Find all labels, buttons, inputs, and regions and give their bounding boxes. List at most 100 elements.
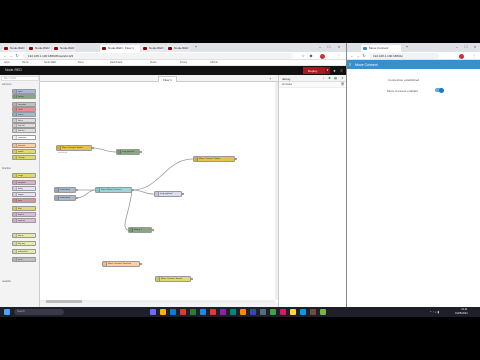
node-output-port[interactable] (75, 188, 78, 191)
app-icon[interactable] (320, 309, 326, 315)
url-input[interactable]: 192.168.1.100:1880/ui (369, 53, 439, 59)
browser-tab[interactable]: Node-RED (52, 45, 76, 52)
palette-node[interactable]: http req (12, 241, 36, 246)
bookmark[interactable]: Apps (4, 61, 10, 64)
browser-tab[interactable]: Node-RED (166, 45, 190, 52)
deploy-button[interactable]: Deploy (303, 67, 325, 74)
reload-icon[interactable]: ↻ (361, 53, 367, 59)
app-icon[interactable] (280, 309, 286, 315)
chevron-down-icon[interactable]: ▾ (340, 76, 345, 81)
bug-icon[interactable]: ✱ (327, 76, 332, 81)
terminal-icon[interactable] (190, 309, 196, 315)
close-icon[interactable]: × (471, 44, 479, 51)
app-icon[interactable] (310, 309, 316, 315)
palette-node[interactable]: status (12, 112, 36, 117)
avatar[interactable] (459, 53, 464, 59)
file-explorer-icon[interactable] (160, 309, 166, 315)
palette-node[interactable]: websocket (12, 249, 36, 254)
node-output-port[interactable] (91, 146, 94, 149)
node-output-port[interactable] (151, 228, 154, 231)
menu-icon[interactable]: ⋮ (471, 53, 477, 59)
palette-category-network[interactable]: network (2, 280, 11, 283)
enable-toggle[interactable] (435, 87, 444, 93)
windows-start-icon[interactable] (4, 309, 10, 315)
user-icon[interactable]: ● (332, 68, 337, 73)
flow-node[interactable]: Move Connect Status (56, 145, 92, 151)
palette-node[interactable]: exec (12, 198, 36, 203)
app-icon[interactable] (220, 309, 226, 315)
system-tray[interactable]: ^ ◔ ◖ ▮ (430, 310, 439, 314)
maximize-icon[interactable]: □ (325, 44, 333, 51)
app-icon[interactable] (270, 309, 276, 315)
url-input[interactable]: 192.168.1.100:1880/#flow/abc123 (23, 53, 293, 59)
clock[interactable]: 12:41 01/05/2024 (455, 308, 468, 315)
palette-category-common[interactable]: common (2, 83, 12, 86)
app-icon[interactable] (250, 309, 256, 315)
browser-tab-active[interactable]: Node-RED : Flow 1 (100, 45, 140, 52)
palette-node[interactable]: filter (12, 206, 36, 211)
palette-category-function[interactable]: function (2, 167, 11, 170)
palette-node[interactable]: tcp in (12, 257, 36, 262)
bookmark[interactable]: Flows (150, 61, 157, 64)
node-output-port[interactable] (139, 262, 142, 265)
node-output-port[interactable] (234, 157, 237, 160)
palette-node[interactable]: template (12, 180, 36, 185)
reload-icon[interactable]: ↻ (14, 53, 20, 59)
menu-icon[interactable]: ⋮ (336, 53, 342, 59)
debug-filter-select[interactable]: all nodes (282, 83, 292, 86)
flow-node[interactable]: Move Connect Output (193, 156, 235, 162)
bookmark[interactable]: Home (22, 61, 29, 64)
browser-tab[interactable]: Node-RED (141, 45, 165, 52)
palette-node[interactable]: function (12, 143, 36, 148)
node-output-port[interactable] (75, 196, 78, 199)
vscode-icon[interactable] (200, 309, 206, 315)
maximize-icon[interactable]: □ (462, 44, 470, 51)
node-output-port[interactable] (139, 150, 142, 153)
node-output-port[interactable] (190, 277, 193, 280)
flow-node[interactable]: Move Connect Switch (155, 276, 191, 282)
chrome-icon[interactable] (180, 309, 186, 315)
flow-node[interactable]: msg.payload (154, 191, 182, 197)
palette-node[interactable]: link out (12, 128, 36, 133)
palette-node[interactable]: range (12, 173, 36, 178)
flow-node[interactable]: timestamp (54, 187, 76, 193)
flow-node[interactable]: timestamp (54, 195, 76, 201)
minimize-icon[interactable]: – (316, 44, 324, 51)
avatar[interactable] (320, 53, 325, 59)
flow-node[interactable]: Move Connect Function (102, 261, 140, 267)
hamburger-menu-icon[interactable]: ≡ (339, 68, 344, 73)
app-icon[interactable] (210, 309, 216, 315)
task-view-icon[interactable] (150, 309, 156, 315)
flow-node[interactable]: debug 1 (128, 227, 152, 233)
edge-icon[interactable] (170, 309, 176, 315)
bookmark[interactable]: Forum (180, 61, 187, 64)
browser-tab[interactable]: Node-RED (2, 45, 26, 52)
node-output-port[interactable] (181, 192, 184, 195)
node-output-port[interactable] (131, 188, 134, 191)
toggle-knob[interactable] (439, 87, 444, 93)
app-icon[interactable] (240, 309, 246, 315)
taskbar-search-input[interactable]: Search (14, 309, 64, 315)
dashboard-icon[interactable]: ▦ (333, 76, 338, 81)
new-tab-icon[interactable]: + (403, 44, 411, 51)
palette-filter-input[interactable]: filter nodes (1, 76, 39, 81)
app-icon[interactable] (290, 309, 296, 315)
bookmark[interactable]: GitHub (210, 61, 218, 64)
info-icon[interactable]: i (321, 76, 326, 81)
new-tab-icon[interactable]: + (192, 44, 200, 51)
bookmark[interactable]: Dashboard (110, 61, 122, 64)
palette-node[interactable]: comment (12, 135, 36, 140)
bookmark[interactable]: Docs (78, 61, 84, 64)
palette-node[interactable]: debug (12, 94, 36, 99)
add-flow-icon[interactable]: + (269, 76, 271, 81)
palette-node[interactable]: delay (12, 186, 36, 191)
settings-icon[interactable] (260, 309, 266, 315)
flow-workspace[interactable]: Move Connect Status msg.payload timestamp t… (40, 82, 275, 300)
app-icon[interactable] (300, 309, 306, 315)
palette-node[interactable]: change (12, 155, 36, 160)
flow-node[interactable]: msg.payload (116, 149, 140, 155)
bookmark[interactable]: Node-RED (44, 61, 56, 64)
hamburger-menu-icon[interactable]: ≡ (349, 62, 351, 67)
browser-tab-active[interactable]: Move Connect (361, 45, 401, 52)
palette-node[interactable]: http in (12, 233, 36, 238)
